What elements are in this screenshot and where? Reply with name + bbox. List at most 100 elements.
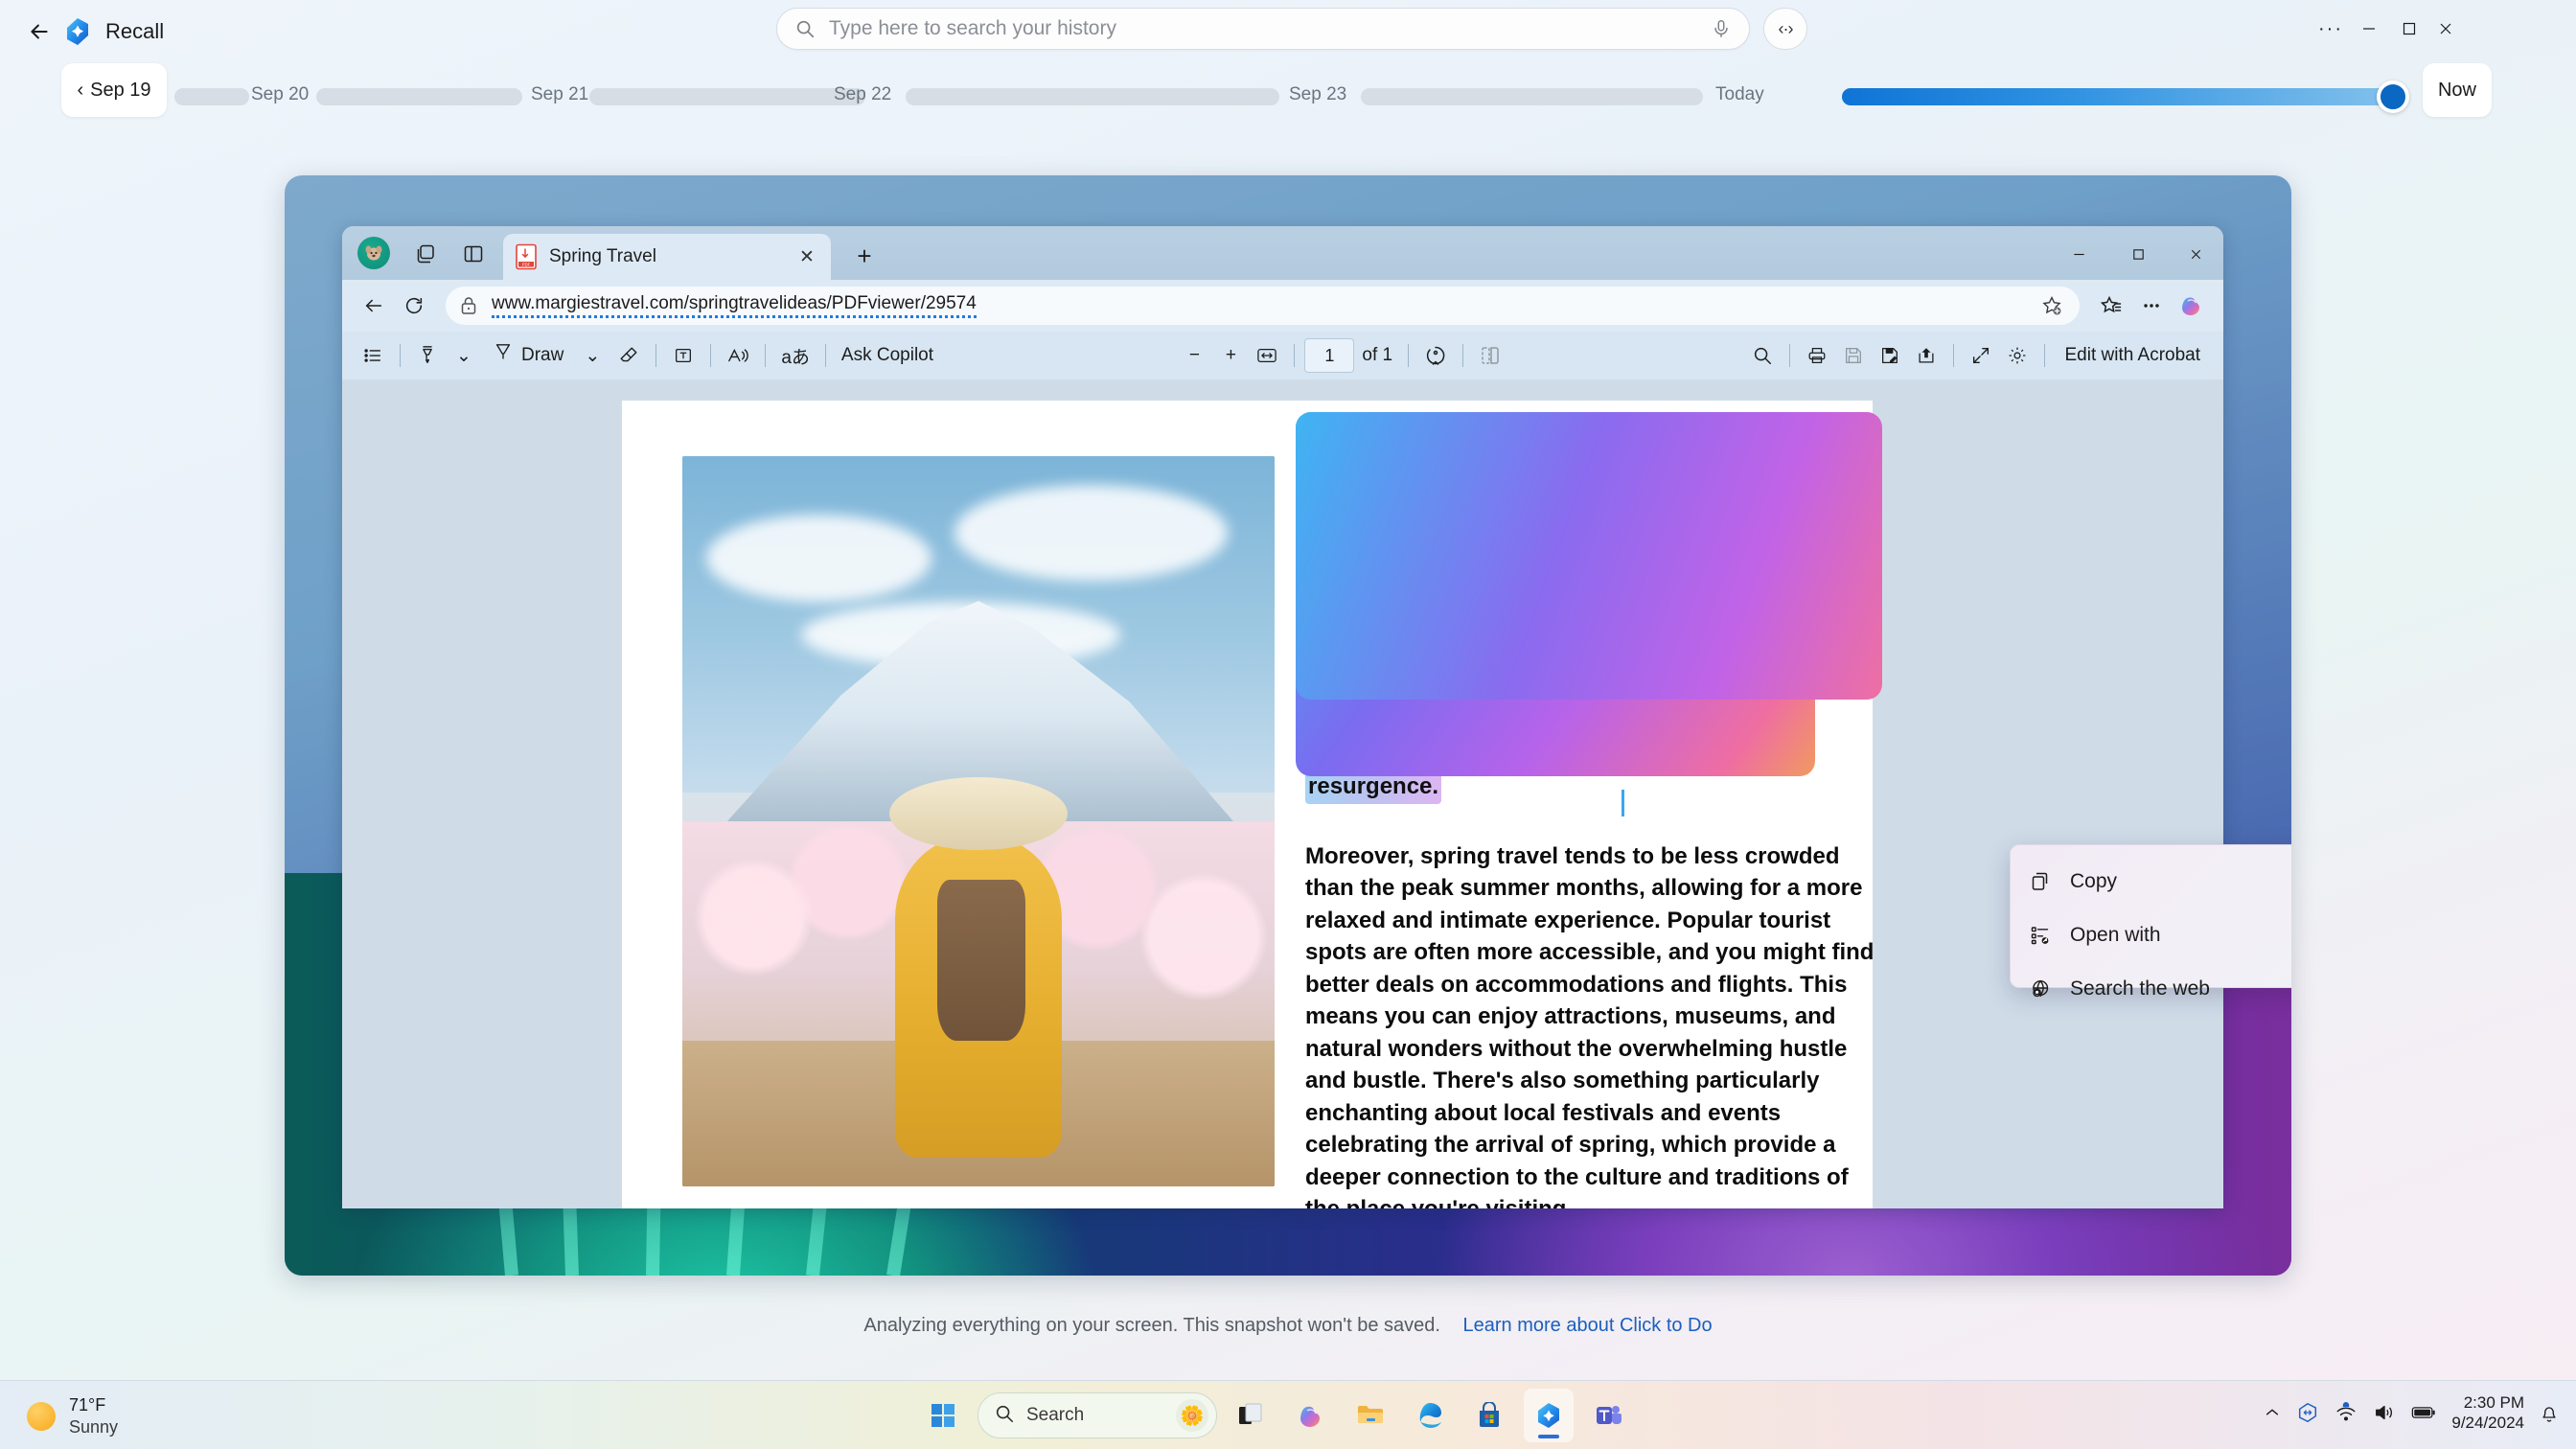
fit-to-width-icon[interactable] (1250, 338, 1284, 373)
teams-icon[interactable] (1583, 1389, 1633, 1442)
clock-date: 9/24/2024 (2451, 1414, 2524, 1433)
context-menu-label: Open with (2070, 924, 2161, 946)
edge-close-button[interactable] (2174, 238, 2218, 270)
minimize-button[interactable] (2346, 6, 2392, 52)
search-input[interactable] (829, 17, 1711, 40)
ask-copilot-button[interactable]: Ask Copilot (836, 338, 939, 373)
eraser-icon[interactable] (611, 338, 646, 373)
timeline-segment[interactable] (906, 88, 1279, 105)
pdf-paragraph-highlighted[interactable]: Traveling in the spring brings a fresh s… (1305, 429, 1875, 804)
show-hidden-icons-icon[interactable] (2264, 1404, 2281, 1421)
timeline-segment[interactable] (174, 88, 249, 105)
context-menu-item-open-with[interactable]: Open with › (2011, 908, 2291, 962)
favorites-list-icon[interactable] (2091, 286, 2131, 326)
bloom-icon[interactable]: 🌼 (1176, 1399, 1208, 1432)
zoom-out-button[interactable]: − (1177, 338, 1211, 373)
pdf-text-line: natural wonders without the overwhelming… (1305, 1035, 1848, 1062)
fullscreen-icon[interactable] (1964, 338, 1998, 373)
page-view-icon[interactable] (1473, 338, 1507, 373)
copilot-icon[interactable] (1286, 1389, 1336, 1442)
file-explorer-icon[interactable] (1346, 1389, 1395, 1442)
edge-browser-window[interactable]: PDF Spring Travel ✕ + www.margiestravel.… (342, 226, 2223, 1208)
browser-more-icon[interactable] (2131, 286, 2172, 326)
add-text-icon[interactable] (666, 338, 701, 373)
tab-groups-icon[interactable] (411, 240, 440, 268)
close-button[interactable] (2423, 6, 2469, 52)
store-icon[interactable] (1464, 1389, 1514, 1442)
timeline-now-button[interactable]: Now (2423, 63, 2492, 117)
toolbar-divider (1462, 344, 1464, 367)
share-icon[interactable] (1909, 338, 1944, 373)
timeline-segment[interactable] (1361, 88, 1703, 105)
timeline-scrubber-handle[interactable] (2377, 80, 2409, 113)
recall-snapshot-card[interactable]: PDF Spring Travel ✕ + www.margiestravel.… (285, 175, 2291, 1276)
recall-timeline[interactable]: ‹ Sep 19 Sep 20 Sep 21 Sep 22 Sep 23 Tod… (0, 63, 2576, 121)
highlighter-icon[interactable] (410, 338, 445, 373)
print-icon[interactable] (1800, 338, 1834, 373)
weather-condition: Sunny (69, 1416, 119, 1437)
rotate-icon[interactable] (1418, 338, 1453, 373)
notifications-bell-icon[interactable] (2540, 1402, 2559, 1423)
copilot-icon[interactable] (2172, 286, 2212, 326)
taskbar-clock[interactable]: 2:30 PM 9/24/2024 (2451, 1392, 2524, 1434)
save-icon[interactable] (1836, 338, 1871, 373)
close-tab-icon[interactable]: ✕ (794, 244, 819, 269)
draw-tool-button[interactable]: Draw (483, 338, 573, 373)
browser-tab[interactable]: PDF Spring Travel ✕ (503, 234, 831, 280)
browser-back-icon[interactable] (354, 286, 394, 326)
timeline-label-sep20: Sep 20 (251, 84, 310, 104)
edge-maximize-button[interactable] (2116, 238, 2160, 270)
read-aloud-icon[interactable] (721, 338, 755, 373)
settings-gear-icon[interactable] (2000, 338, 2035, 373)
zoom-in-button[interactable]: + (1213, 338, 1248, 373)
recall-more-options-button[interactable]: ‹·› (1763, 8, 1807, 50)
taskbar-search-box[interactable]: Search 🌼 (978, 1392, 1217, 1438)
task-view-icon[interactable] (1227, 1389, 1276, 1442)
battery-icon[interactable] (2411, 1404, 2436, 1421)
pdf-paragraph[interactable]: Moreover, spring travel tends to be less… (1305, 840, 1874, 1209)
translate-icon[interactable]: aあ (775, 338, 816, 373)
timeline-segment[interactable] (589, 88, 865, 105)
site-permissions-lock-icon[interactable] (459, 295, 480, 316)
recall-tray-icon[interactable] (2296, 1401, 2319, 1424)
learn-more-link[interactable]: Learn more about Click to Do (1463, 1315, 1713, 1336)
refresh-icon[interactable] (394, 286, 434, 326)
timeline-active-track[interactable] (1842, 88, 2409, 105)
edge-icon[interactable] (1405, 1389, 1455, 1442)
taskbar-weather-widget[interactable]: 71°F Sunny (27, 1394, 118, 1438)
pdf-page[interactable]: Traveling in the spring brings a fresh s… (622, 401, 1879, 1209)
add-favorite-icon[interactable] (2037, 291, 2066, 320)
windows-start-icon[interactable] (918, 1389, 968, 1442)
new-tab-button[interactable]: + (848, 240, 881, 272)
recall-app-window: Recall ‹·› ··· (0, 0, 2576, 1380)
timeline-current-day[interactable]: ‹ Sep 19 (61, 63, 167, 117)
context-menu-item-copy[interactable]: Copy Ctrl+C (2011, 855, 2291, 908)
svg-text:PDF: PDF (522, 262, 531, 266)
context-menu-item-search-the-web[interactable]: Search the web (2011, 962, 2291, 1016)
profile-avatar-icon[interactable] (357, 237, 390, 269)
edit-with-acrobat-button[interactable]: Edit with Acrobat (2055, 345, 2210, 366)
wifi-icon[interactable] (2334, 1402, 2358, 1423)
find-in-page-icon[interactable] (1745, 338, 1780, 373)
recall-search-bar[interactable] (776, 8, 1750, 50)
toolbar-divider (1294, 344, 1296, 367)
address-bar[interactable]: www.margiestravel.com/springtravelideas/… (446, 287, 2080, 325)
page-number-input[interactable]: 1 (1304, 338, 1355, 373)
timeline-segment[interactable] (316, 88, 522, 105)
edge-minimize-button[interactable] (2057, 238, 2101, 270)
recall-titlebar: Recall ‹·› ··· (0, 0, 2576, 63)
table-of-contents-icon[interactable] (356, 338, 390, 373)
context-menu[interactable]: Copy Ctrl+C Open with › (2010, 844, 2291, 1000)
microphone-icon[interactable] (1711, 17, 1732, 40)
split-screen-icon[interactable] (459, 240, 488, 268)
recall-icon[interactable] (1524, 1389, 1574, 1442)
pdf-text-line: relaxed and intimate experience. Popular… (1305, 907, 1831, 933)
pdf-viewer-canvas[interactable]: Traveling in the spring brings a fresh s… (342, 380, 2223, 1208)
save-as-icon[interactable] (1873, 338, 1907, 373)
back-arrow-icon[interactable] (19, 12, 59, 52)
pdf-text-line: celebrating the arrival of spring, which… (1305, 1132, 1836, 1158)
draw-chevron-down-icon[interactable]: ⌄ (575, 338, 610, 373)
volume-icon[interactable] (2373, 1402, 2396, 1423)
highlighter-chevron-down-icon[interactable]: ⌄ (447, 338, 481, 373)
pdf-text-column[interactable]: Traveling in the spring brings a fresh s… (1305, 429, 1875, 1209)
